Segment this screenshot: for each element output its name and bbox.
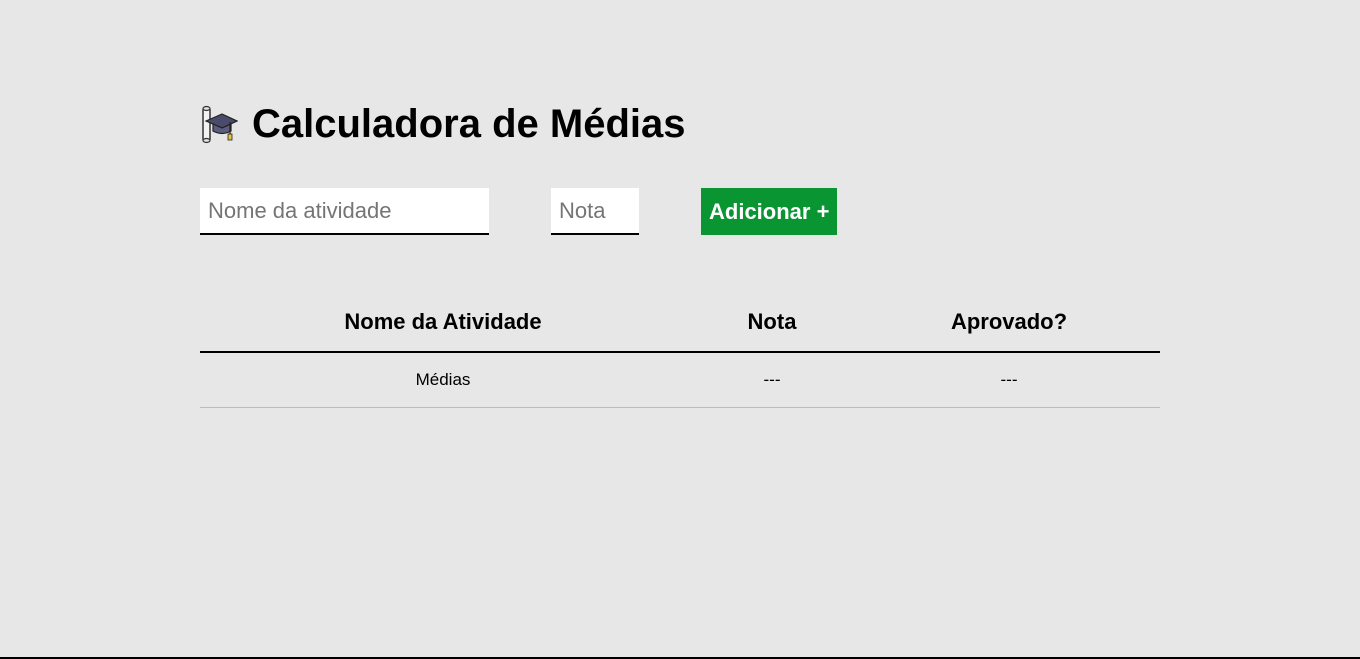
add-button[interactable]: Adicionar + [701,188,838,235]
column-header-activity: Nome da Atividade [200,293,686,353]
graduation-cap-icon [202,105,238,144]
cell-grade: --- [686,352,858,408]
page-title: Calculadora de Médias [252,101,686,146]
column-header-approved: Aprovado? [858,293,1160,353]
cell-activity-name: Médias [200,352,686,408]
table-header-row: Nome da Atividade Nota Aprovado? [200,293,1160,353]
grade-input[interactable] [551,188,639,235]
table-row: Médias --- --- [200,352,1160,408]
activity-form: Adicionar + [200,188,838,235]
page-header: Calculadora de Médias [200,102,685,146]
column-header-grade: Nota [686,293,858,353]
activities-table: Nome da Atividade Nota Aprovado? Médias … [200,293,1160,408]
cell-approved: --- [858,352,1160,408]
activity-name-input[interactable] [200,188,489,235]
